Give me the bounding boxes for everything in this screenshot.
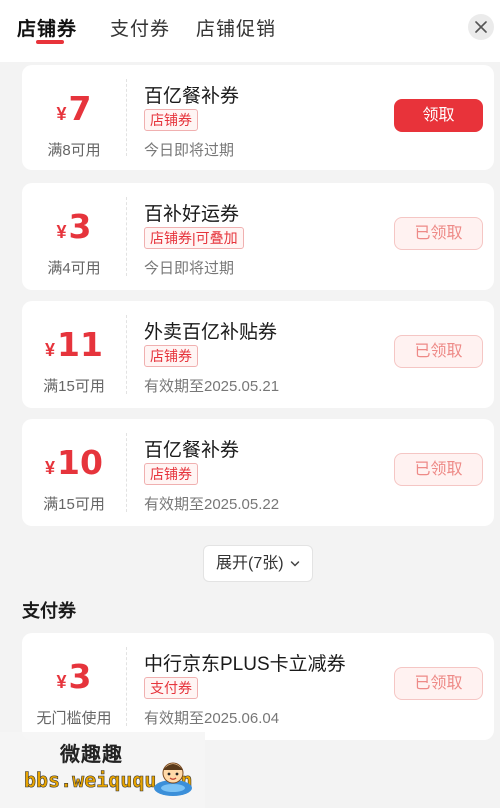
coupon-tag: 店铺券 <box>144 345 198 367</box>
coupon-amount: ¥10 <box>22 443 126 482</box>
coupon-amount: ¥7 <box>22 89 126 128</box>
coupon-card: ¥7 满8可用 百亿餐补券 店铺券 今日即将过期 领取 <box>22 65 494 170</box>
expand-button[interactable]: 展开(7张) <box>203 545 313 582</box>
coupon-tag: 店铺券 <box>144 109 198 131</box>
amount-value: 11 <box>57 325 103 364</box>
card-divider <box>126 433 127 512</box>
coupon-validity: 今日即将过期 <box>144 142 235 159</box>
tab-store-promotions[interactable]: 店铺促销 <box>196 14 276 41</box>
card-divider <box>126 315 127 394</box>
claimed-button[interactable]: 已领取 <box>394 217 483 250</box>
currency-symbol: ¥ <box>45 458 56 478</box>
watermark: 微趣趣 bbs.weiququ.cn <box>0 732 205 808</box>
card-divider <box>126 79 127 156</box>
coupon-amount: ¥11 <box>22 325 126 364</box>
coupon-validity: 今日即将过期 <box>144 260 235 277</box>
claim-button[interactable]: 领取 <box>394 99 483 132</box>
coupon-validity: 有效期至2025.05.22 <box>144 496 280 513</box>
expand-label: 展开(7张) <box>215 555 284 572</box>
currency-symbol: ¥ <box>45 340 56 360</box>
coupon-tag: 店铺券 <box>144 463 198 485</box>
currency-symbol: ¥ <box>56 222 67 242</box>
mascot-icon <box>154 762 192 796</box>
close-icon <box>475 21 487 33</box>
currency-symbol: ¥ <box>56 672 67 692</box>
coupon-title: 百亿餐补券 <box>144 86 240 107</box>
active-tab-indicator <box>36 40 64 44</box>
currency-symbol: ¥ <box>56 104 67 124</box>
coupon-title: 百亿餐补券 <box>144 440 240 461</box>
coupon-title: 外卖百亿补贴券 <box>144 322 278 343</box>
coupon-tag: 店铺券|可叠加 <box>144 227 244 249</box>
coupon-card: ¥10 满15可用 百亿餐补券 店铺券 有效期至2025.05.22 已领取 <box>22 419 494 526</box>
amount-value: 7 <box>68 89 92 128</box>
coupon-card: ¥3 满4可用 百补好运券 店铺券|可叠加 今日即将过期 已领取 <box>22 183 494 290</box>
coupon-card: ¥3 无门槛使用 中行京东PLUS卡立减券 支付券 有效期至2025.06.04… <box>22 633 494 740</box>
claimed-button[interactable]: 已领取 <box>394 667 483 700</box>
coupon-condition: 满15可用 <box>43 496 105 513</box>
tab-store-coupons[interactable]: 店铺券 <box>17 14 77 41</box>
claimed-button[interactable]: 已领取 <box>394 453 483 486</box>
coupon-card: ¥11 满15可用 外卖百亿补贴券 店铺券 有效期至2025.05.21 已领取 <box>22 301 494 408</box>
payment-section-title: 支付券 <box>22 601 76 621</box>
coupon-tab-bar: 店铺券 支付券 店铺促销 <box>0 0 500 62</box>
chevron-down-icon <box>290 561 300 567</box>
claimed-button[interactable]: 已领取 <box>394 335 483 368</box>
amount-value: 3 <box>68 657 92 696</box>
amount-value: 3 <box>68 207 92 246</box>
coupon-validity: 有效期至2025.05.21 <box>144 378 280 395</box>
amount-value: 10 <box>57 443 103 482</box>
coupon-condition: 满4可用 <box>47 260 101 277</box>
card-divider <box>126 647 127 726</box>
coupon-condition: 无门槛使用 <box>36 710 112 727</box>
close-button[interactable] <box>468 14 494 40</box>
coupon-amount: ¥3 <box>22 657 126 696</box>
card-divider <box>126 197 127 276</box>
tab-payment-coupons[interactable]: 支付券 <box>110 14 170 41</box>
coupon-amount: ¥3 <box>22 207 126 246</box>
coupon-condition: 满8可用 <box>47 142 101 159</box>
coupon-title: 百补好运券 <box>144 204 240 225</box>
coupon-tag: 支付券 <box>144 677 198 699</box>
watermark-logo-text: 微趣趣 <box>60 744 123 766</box>
coupon-condition: 满15可用 <box>43 378 105 395</box>
coupon-title: 中行京东PLUS卡立减券 <box>144 654 346 675</box>
coupon-validity: 有效期至2025.06.04 <box>144 710 280 727</box>
